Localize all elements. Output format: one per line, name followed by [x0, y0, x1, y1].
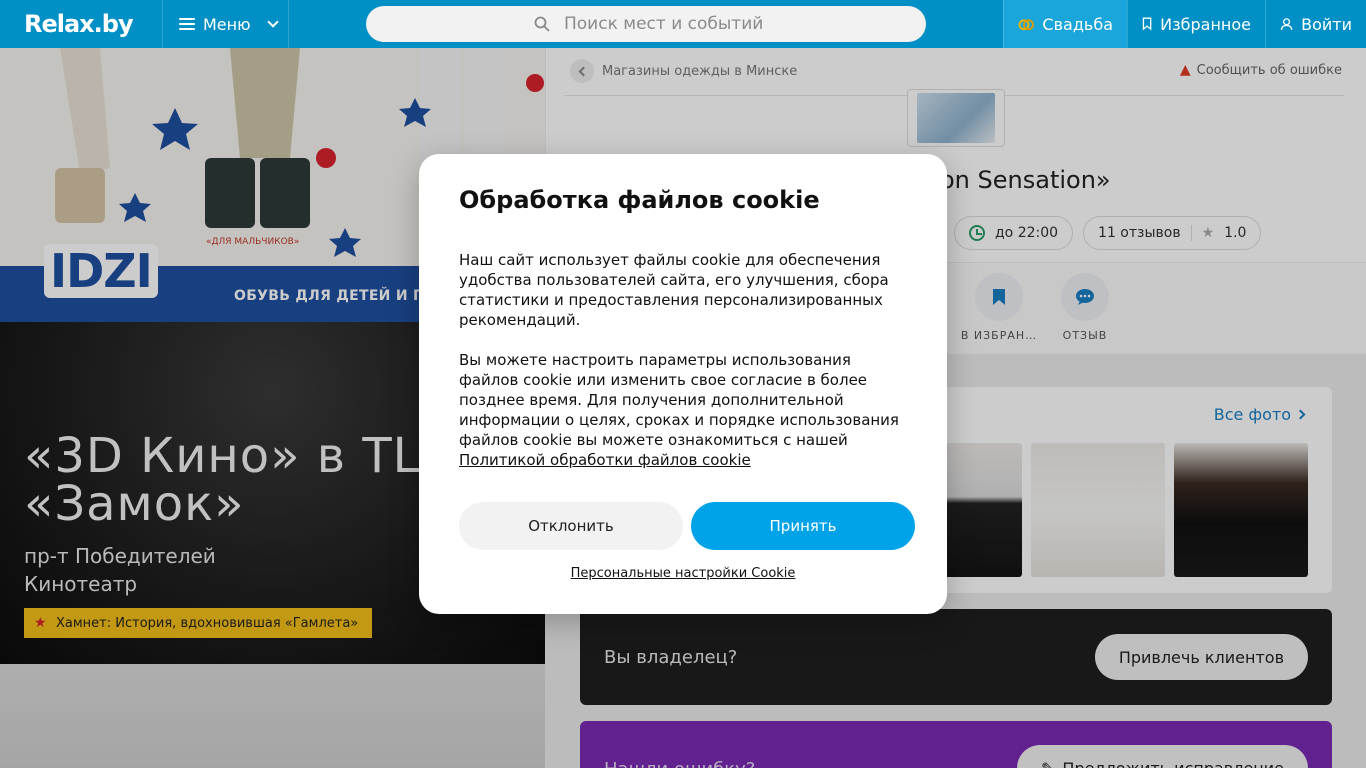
search-icon — [534, 16, 550, 32]
search-bar[interactable] — [366, 6, 926, 42]
cookie-policy-link[interactable]: Политикой обработки файлов cookie — [459, 451, 751, 469]
accept-button[interactable]: Принять — [691, 502, 915, 550]
wedding-label: Свадьба — [1042, 14, 1113, 34]
hamburger-icon — [179, 18, 195, 30]
decline-button[interactable]: Отклонить — [459, 502, 683, 550]
user-icon — [1280, 18, 1293, 30]
chevron-down-icon — [266, 16, 279, 28]
modal-paragraph-text: Вы можете настроить параметры использова… — [459, 351, 899, 449]
wedding-link[interactable]: Свадьба — [1003, 0, 1127, 48]
cookie-settings-link[interactable]: Персональные настройки Cookie — [419, 566, 947, 581]
login-label: Войти — [1301, 14, 1352, 34]
modal-paragraph: Вы можете настроить параметры использова… — [459, 350, 909, 470]
header-actions: Свадьба Избранное Войти — [1003, 0, 1366, 48]
rings-icon — [1018, 19, 1034, 31]
favorites-link[interactable]: Избранное — [1127, 0, 1265, 48]
top-header: Relax.by Меню Свадьба Избранное — [0, 0, 1366, 48]
menu-button[interactable]: Меню — [163, 0, 289, 48]
cookie-modal: Обработка файлов cookie Наш сайт использ… — [419, 154, 947, 614]
menu-label: Меню — [203, 14, 251, 34]
modal-title: Обработка файлов cookie — [459, 186, 820, 214]
login-link[interactable]: Войти — [1265, 0, 1366, 48]
search-input[interactable] — [564, 14, 864, 34]
favorites-label: Избранное — [1160, 14, 1251, 34]
site-logo[interactable]: Relax.by — [0, 0, 163, 48]
bookmark-icon — [1142, 17, 1152, 31]
modal-paragraph: Наш сайт использует файлы cookie для обе… — [459, 251, 889, 329]
